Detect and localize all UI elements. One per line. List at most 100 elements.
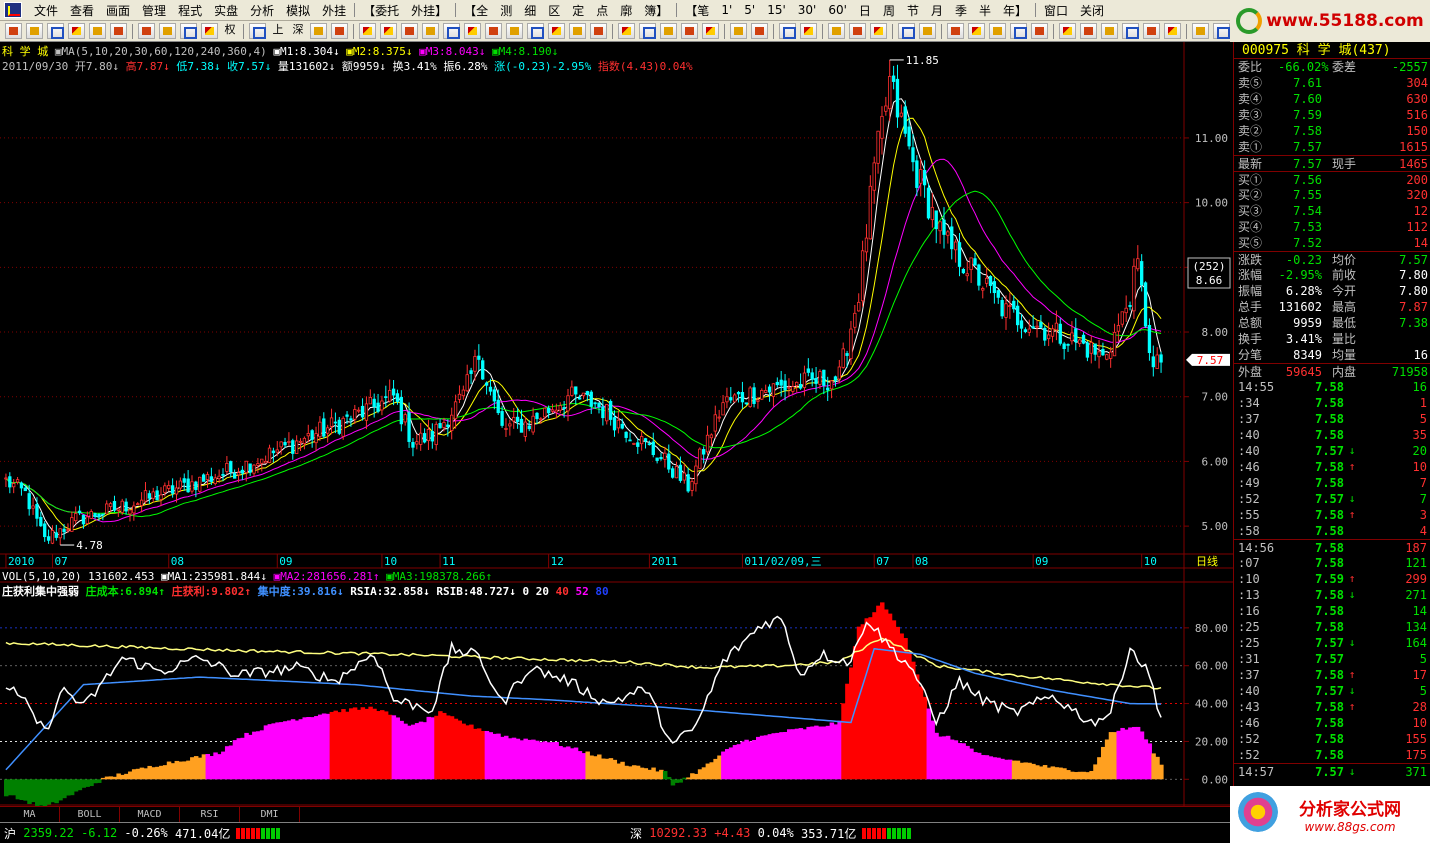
toolbar-zoom-icon[interactable]	[898, 23, 915, 39]
menu-item-24[interactable]: 60'	[822, 3, 853, 17]
menu-item-17[interactable]: 廓	[614, 2, 638, 19]
toolbar-period-icon[interactable]	[919, 23, 936, 39]
menu-item-19[interactable]: 【笔	[679, 2, 715, 19]
toolbar-zoom-icon[interactable]	[47, 23, 64, 39]
menu-item-12[interactable]: 测	[494, 2, 518, 19]
menu-item-27[interactable]: 节	[901, 2, 925, 19]
menu-item-0[interactable]: 文件	[28, 2, 64, 19]
menu-item-16[interactable]: 点	[590, 2, 614, 19]
menu-item-9[interactable]: 【委托	[357, 2, 405, 19]
menu-item-4[interactable]: 程式	[172, 2, 208, 19]
menu-item-1[interactable]: 查看	[64, 2, 100, 19]
toolbar-zoom-icon[interactable]	[639, 23, 656, 39]
chart-area[interactable]: 11.0010.009.008.007.006.005.002010070809…	[0, 42, 1233, 822]
toolbar-draw-icon[interactable]	[1164, 23, 1181, 39]
toolbar-chart-icon[interactable]	[5, 23, 22, 39]
toolbar-draw-icon[interactable]	[702, 23, 719, 39]
menu-item-23[interactable]: 30'	[792, 3, 823, 17]
toolbar-zoom-icon[interactable]	[779, 23, 796, 39]
toolbar-chart-icon[interactable]	[485, 23, 502, 39]
toolbar-draw-icon[interactable]	[968, 23, 985, 39]
toolbar-draw-icon[interactable]	[548, 23, 565, 39]
toolbar-zoom-icon[interactable]	[443, 23, 460, 39]
tab-rsi[interactable]: RSI	[180, 807, 240, 822]
toolbar-draw-icon[interactable]	[359, 23, 376, 39]
toolbar-draw-icon[interactable]	[1059, 23, 1076, 39]
toolbar-shang-button[interactable]: 上	[270, 23, 286, 39]
toolbar-chart-icon[interactable]	[401, 23, 418, 39]
menu-item-33[interactable]: 关闭	[1074, 2, 1110, 19]
toolbar-chart-icon[interactable]	[681, 23, 698, 39]
menu-item-7[interactable]: 模拟	[280, 2, 316, 19]
menu-item-20[interactable]: 1'	[715, 3, 738, 17]
sz-index-block[interactable]: 深 10292.33 +4.43 0.04% 353.71亿	[610, 825, 918, 842]
toolbar-chart-icon[interactable]	[590, 23, 607, 39]
ind-histogram-bar	[907, 650, 912, 780]
toolbar-quan-button[interactable]: 权	[222, 23, 238, 39]
toolbar-chart-icon[interactable]	[849, 23, 866, 39]
toolbar-period-icon[interactable]	[159, 23, 176, 39]
menu-item-22[interactable]: 15'	[761, 3, 792, 17]
toolbar-period-icon[interactable]	[989, 23, 1006, 39]
toolbar-zoom-icon[interactable]	[1213, 23, 1230, 39]
toolbar-period-icon[interactable]	[506, 23, 523, 39]
menu-item-26[interactable]: 周	[877, 2, 901, 19]
toolbar-period-icon[interactable]	[1101, 23, 1118, 39]
menu-item-11[interactable]: 【全	[458, 2, 494, 19]
toolbar-chart-icon[interactable]	[331, 23, 348, 39]
menu-item-32[interactable]: 窗口	[1038, 2, 1074, 19]
toolbar-draw-icon[interactable]	[68, 23, 85, 39]
menu-item-3[interactable]: 管理	[136, 2, 172, 19]
toolbar-period-icon[interactable]	[730, 23, 747, 39]
sh-index-block[interactable]: 沪 2359.22 -6.12 -0.26% 471.04亿	[0, 825, 610, 842]
toolbar-period-icon[interactable]	[660, 23, 677, 39]
toolbar-period-icon[interactable]	[310, 23, 327, 39]
menu-item-31[interactable]: 年】	[997, 2, 1033, 19]
toolbar-chart-icon[interactable]	[110, 23, 127, 39]
menu-item-25[interactable]: 日	[853, 2, 877, 19]
toolbar-draw-icon[interactable]	[201, 23, 218, 39]
toolbar-chart-icon[interactable]	[138, 23, 155, 39]
toolbar-zoom-icon[interactable]	[180, 23, 197, 39]
toolbar-chart-icon[interactable]	[947, 23, 964, 39]
toolbar-draw-icon[interactable]	[800, 23, 817, 39]
toolbar-chart-icon[interactable]	[1080, 23, 1097, 39]
tab-dmi[interactable]: DMI	[240, 807, 300, 822]
toolbar-chart-icon[interactable]	[751, 23, 768, 39]
menu-item-8[interactable]: 外挂	[316, 2, 352, 19]
toolbar-zoom-icon[interactable]	[1010, 23, 1027, 39]
toolbar-period-icon[interactable]	[828, 23, 845, 39]
toolbar-zoom-icon[interactable]	[249, 23, 266, 39]
tick-list[interactable]: 14:55 7.58 16:34 7.58 1:37 7.58 5:40 7.58 35:40 7…	[1234, 379, 1430, 779]
menu-item-14[interactable]: 区	[542, 2, 566, 19]
menu-item-29[interactable]: 季	[949, 2, 973, 19]
toolbar-draw-icon[interactable]	[380, 23, 397, 39]
tab-macd[interactable]: MACD	[120, 807, 180, 822]
k-chart-svg[interactable]: 11.0010.009.008.007.006.005.002010070809…	[0, 42, 1233, 806]
menu-item-28[interactable]: 月	[925, 2, 949, 19]
toolbar-period-icon[interactable]	[422, 23, 439, 39]
menu-item-21[interactable]: 5'	[738, 3, 761, 17]
toolbar-chart-icon[interactable]	[1031, 23, 1048, 39]
menu-item-15[interactable]: 定	[566, 2, 590, 19]
menu-item-6[interactable]: 分析	[244, 2, 280, 19]
menu-item-5[interactable]: 实盘	[208, 2, 244, 19]
menu-item-10[interactable]: 外挂】	[405, 2, 453, 19]
toolbar-shen-button[interactable]: 深	[290, 23, 306, 39]
tab-boll[interactable]: BOLL	[60, 807, 120, 822]
tab-ma[interactable]: MA	[0, 807, 60, 822]
toolbar-draw-icon[interactable]	[618, 23, 635, 39]
toolbar-draw-icon[interactable]	[464, 23, 481, 39]
menu-item-18[interactable]: 簿】	[638, 2, 674, 19]
toolbar-period-icon[interactable]	[1192, 23, 1209, 39]
toolbar-period-icon[interactable]	[26, 23, 43, 39]
toolbar-zoom-icon[interactable]	[1122, 23, 1139, 39]
toolbar-draw-icon[interactable]	[870, 23, 887, 39]
toolbar-chart-icon[interactable]	[1143, 23, 1160, 39]
menu-item-13[interactable]: 细	[518, 2, 542, 19]
toolbar-period-icon[interactable]	[569, 23, 586, 39]
menu-item-30[interactable]: 半	[973, 2, 997, 19]
menu-item-2[interactable]: 画面	[100, 2, 136, 19]
toolbar-zoom-icon[interactable]	[527, 23, 544, 39]
toolbar-period-icon[interactable]	[89, 23, 106, 39]
